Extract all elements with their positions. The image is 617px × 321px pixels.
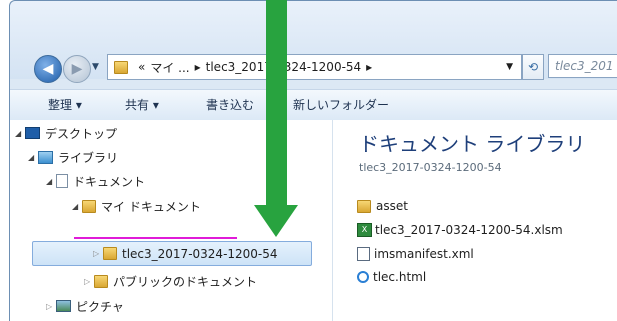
xml-file-icon bbox=[357, 247, 370, 261]
forward-arrow-icon: ▶ bbox=[71, 61, 83, 77]
excel-icon: X bbox=[357, 223, 372, 237]
pane-divider[interactable] bbox=[332, 120, 333, 321]
library-subtitle: tlec3_2017-0324-1200-54 bbox=[359, 161, 502, 174]
tree-label: tlec3_2017-0324-1200-54 bbox=[122, 246, 278, 261]
file-name: imsmanifest.xml bbox=[374, 247, 474, 261]
breadcrumb-my-docs[interactable]: マイ ... bbox=[150, 59, 189, 76]
library-icon bbox=[38, 150, 53, 164]
tree-item-public-documents[interactable]: ▷ パブリックのドキュメント bbox=[84, 270, 257, 292]
search-input[interactable]: tlec3_201 bbox=[548, 54, 617, 78]
tree-label: ライブラリ bbox=[58, 150, 119, 165]
refresh-button[interactable]: ⟲ bbox=[522, 54, 544, 80]
expand-icon[interactable]: ▷ bbox=[46, 302, 56, 311]
forward-button[interactable]: ▶ bbox=[63, 55, 91, 83]
breadcrumb-sep-icon[interactable]: ▸ bbox=[195, 60, 201, 74]
tree-label: ドキュメント bbox=[73, 174, 146, 189]
expand-icon[interactable]: ▷ bbox=[84, 277, 94, 286]
folder-icon bbox=[357, 199, 371, 213]
folder-icon bbox=[82, 199, 96, 213]
command-toolbar: 整理 ▾ 共有 ▾ 書き込む 新しいフォルダー bbox=[10, 89, 617, 121]
folder-icon bbox=[94, 274, 108, 288]
tree-item-my-documents[interactable]: ◢ マイ ドキュメント bbox=[72, 195, 201, 217]
address-bar[interactable]: « マイ ... ▸ tlec3_2017-0324-1200-54 ▸ ▼ bbox=[107, 54, 522, 80]
share-menu[interactable]: 共有 ▾ bbox=[125, 96, 159, 113]
tree-label: デスクトップ bbox=[45, 126, 118, 141]
expand-icon[interactable]: ▷ bbox=[93, 249, 103, 258]
folder-icon bbox=[103, 247, 117, 260]
tree-item-documents[interactable]: ◢ ドキュメント bbox=[46, 170, 145, 192]
file-name: tlec.html bbox=[373, 270, 427, 284]
folder-icon bbox=[114, 60, 128, 74]
navigation-bar: ◀ ▶ ▼ « マイ ... ▸ tlec3_2017-0324-1200-54… bbox=[10, 1, 617, 83]
back-button[interactable]: ◀ bbox=[34, 55, 62, 83]
organize-menu[interactable]: 整理 ▾ bbox=[48, 96, 82, 113]
annotation-arrow-head bbox=[254, 205, 298, 237]
annotation-underline bbox=[74, 237, 237, 239]
collapse-icon[interactable]: ◢ bbox=[28, 153, 38, 162]
tree-item-selected-folder[interactable]: ▷ tlec3_2017-0324-1200-54 bbox=[32, 241, 312, 266]
burn-button[interactable]: 書き込む bbox=[206, 96, 254, 113]
file-name: asset bbox=[376, 199, 408, 213]
file-item[interactable]: asset bbox=[357, 196, 408, 216]
file-item[interactable]: X tlec3_2017-0324-1200-54.xlsm bbox=[357, 220, 563, 240]
new-folder-button[interactable]: 新しいフォルダー bbox=[293, 96, 389, 113]
tree-item-desktop[interactable]: ◢ デスクトップ bbox=[15, 122, 117, 144]
file-item[interactable]: tlec.html bbox=[357, 267, 426, 287]
refresh-icon: ⟲ bbox=[527, 60, 539, 74]
tree-item-libraries[interactable]: ◢ ライブラリ bbox=[28, 146, 118, 168]
address-dropdown-icon[interactable]: ▼ bbox=[506, 62, 513, 72]
collapse-icon[interactable]: ◢ bbox=[72, 202, 82, 211]
document-icon bbox=[56, 174, 68, 188]
annotation-arrow bbox=[266, 0, 287, 206]
html-file-icon bbox=[357, 271, 369, 283]
file-item[interactable]: imsmanifest.xml bbox=[357, 244, 474, 264]
address-overflow[interactable]: « bbox=[138, 60, 145, 74]
tree-label: パブリックのドキュメント bbox=[113, 274, 258, 289]
pictures-icon bbox=[56, 300, 71, 312]
collapse-icon[interactable]: ◢ bbox=[46, 177, 56, 186]
tree-item-pictures[interactable]: ▷ ピクチャ bbox=[46, 295, 124, 317]
main-panel: ◢ デスクトップ ◢ ライブラリ ◢ ドキュメント ◢ マイ ドキュメント ▷ … bbox=[10, 120, 617, 321]
tree-label: ピクチャ bbox=[76, 299, 124, 314]
file-name: tlec3_2017-0324-1200-54.xlsm bbox=[375, 223, 563, 237]
library-title: ドキュメント ライブラリ bbox=[359, 132, 586, 156]
desktop-icon bbox=[25, 127, 40, 139]
collapse-icon[interactable]: ◢ bbox=[15, 129, 25, 138]
history-dropdown-icon[interactable]: ▼ bbox=[92, 62, 99, 72]
tree-label: マイ ドキュメント bbox=[101, 199, 201, 214]
back-arrow-icon: ◀ bbox=[42, 61, 54, 77]
breadcrumb-sep-icon[interactable]: ▸ bbox=[366, 60, 372, 74]
explorer-window: ◀ ▶ ▼ « マイ ... ▸ tlec3_2017-0324-1200-54… bbox=[9, 0, 617, 321]
